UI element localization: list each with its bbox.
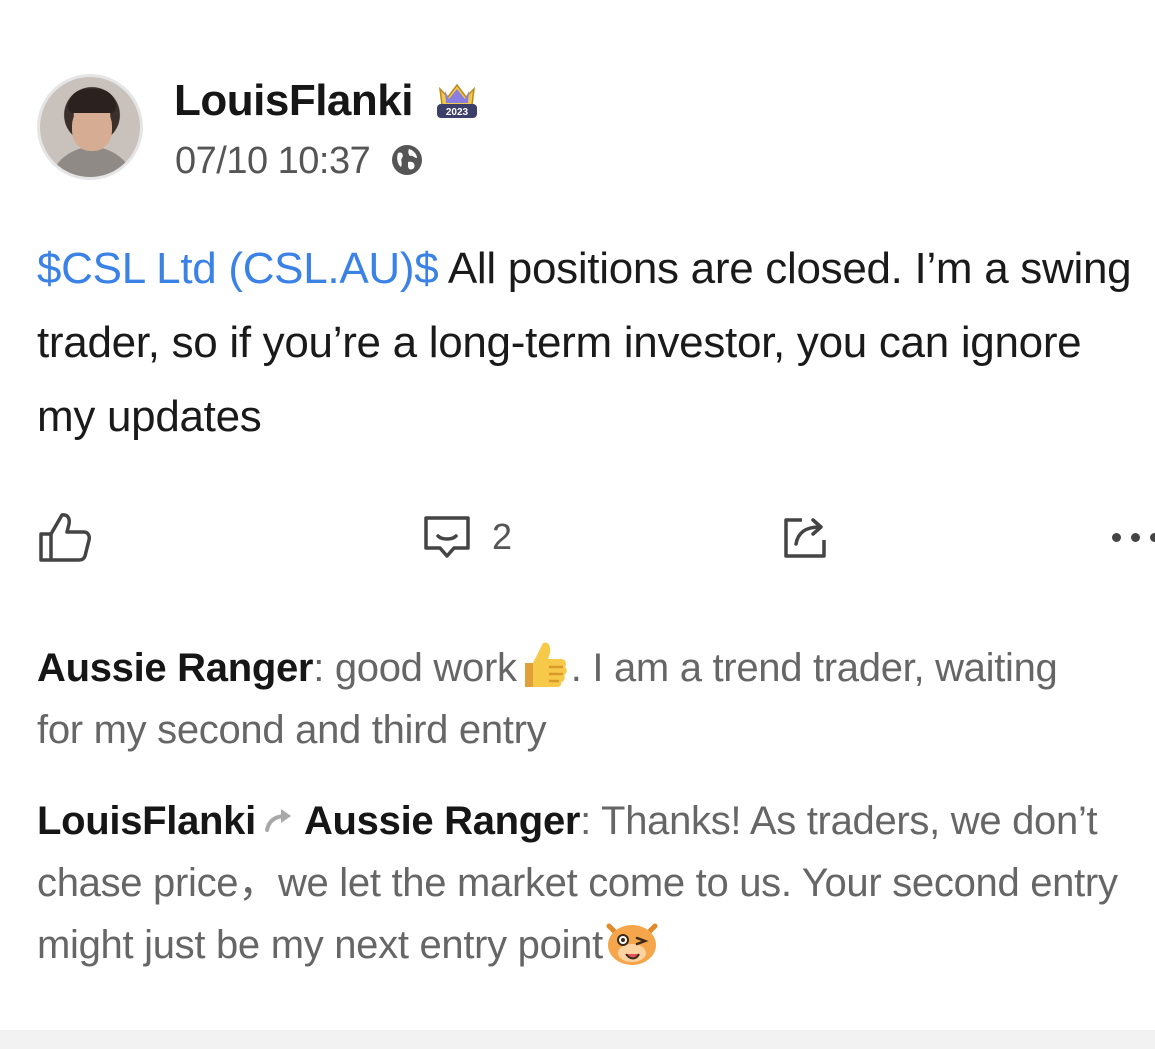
comment-item[interactable]: LouisFlanki Aussie Ranger: Thanks! As tr… — [37, 790, 1155, 976]
globe-icon — [392, 145, 422, 175]
more-icon[interactable] — [1112, 508, 1155, 566]
comment-button[interactable]: 2 — [422, 508, 512, 566]
like-button[interactable] — [38, 508, 92, 566]
comment-author[interactable]: Aussie Ranger — [37, 646, 314, 690]
thumbs-up-emoji-icon — [524, 642, 567, 687]
reply-arrow-icon — [264, 809, 291, 832]
wink-cow-emoji-icon — [606, 923, 658, 965]
post-card: LouisFlanki 2023 07/10 10:37 $CSL Ltd (C… — [0, 0, 1155, 1049]
comment-item[interactable]: Aussie Ranger: good work . I am a trend … — [37, 637, 1155, 761]
post-timestamp: 07/10 10:37 — [175, 140, 371, 182]
share-icon — [784, 518, 826, 558]
comment-author[interactable]: LouisFlanki — [37, 799, 256, 843]
year-badge-icon: 2023 — [437, 83, 477, 118]
reply-to-author[interactable]: Aussie Ranger — [304, 799, 581, 843]
avatar[interactable] — [37, 74, 143, 180]
comment-icon — [424, 516, 470, 558]
ticker-link[interactable]: $CSL Ltd (CSL.AU)$ — [37, 244, 439, 293]
badge-year: 2023 — [446, 107, 469, 118]
bottom-divider — [0, 1030, 1155, 1049]
post-body: $CSL Ltd (CSL.AU)$ All positions are clo… — [37, 232, 1147, 454]
comment-text-continued: . I am a trend trader, waiting — [570, 646, 1058, 690]
comment-count: 2 — [492, 516, 513, 557]
comment-text-line2: for my second and third entry — [37, 708, 547, 752]
share-button[interactable] — [780, 508, 830, 566]
username[interactable]: LouisFlanki — [174, 76, 413, 126]
comment-text: : good work — [313, 646, 517, 690]
thumbs-up-icon — [39, 513, 91, 562]
